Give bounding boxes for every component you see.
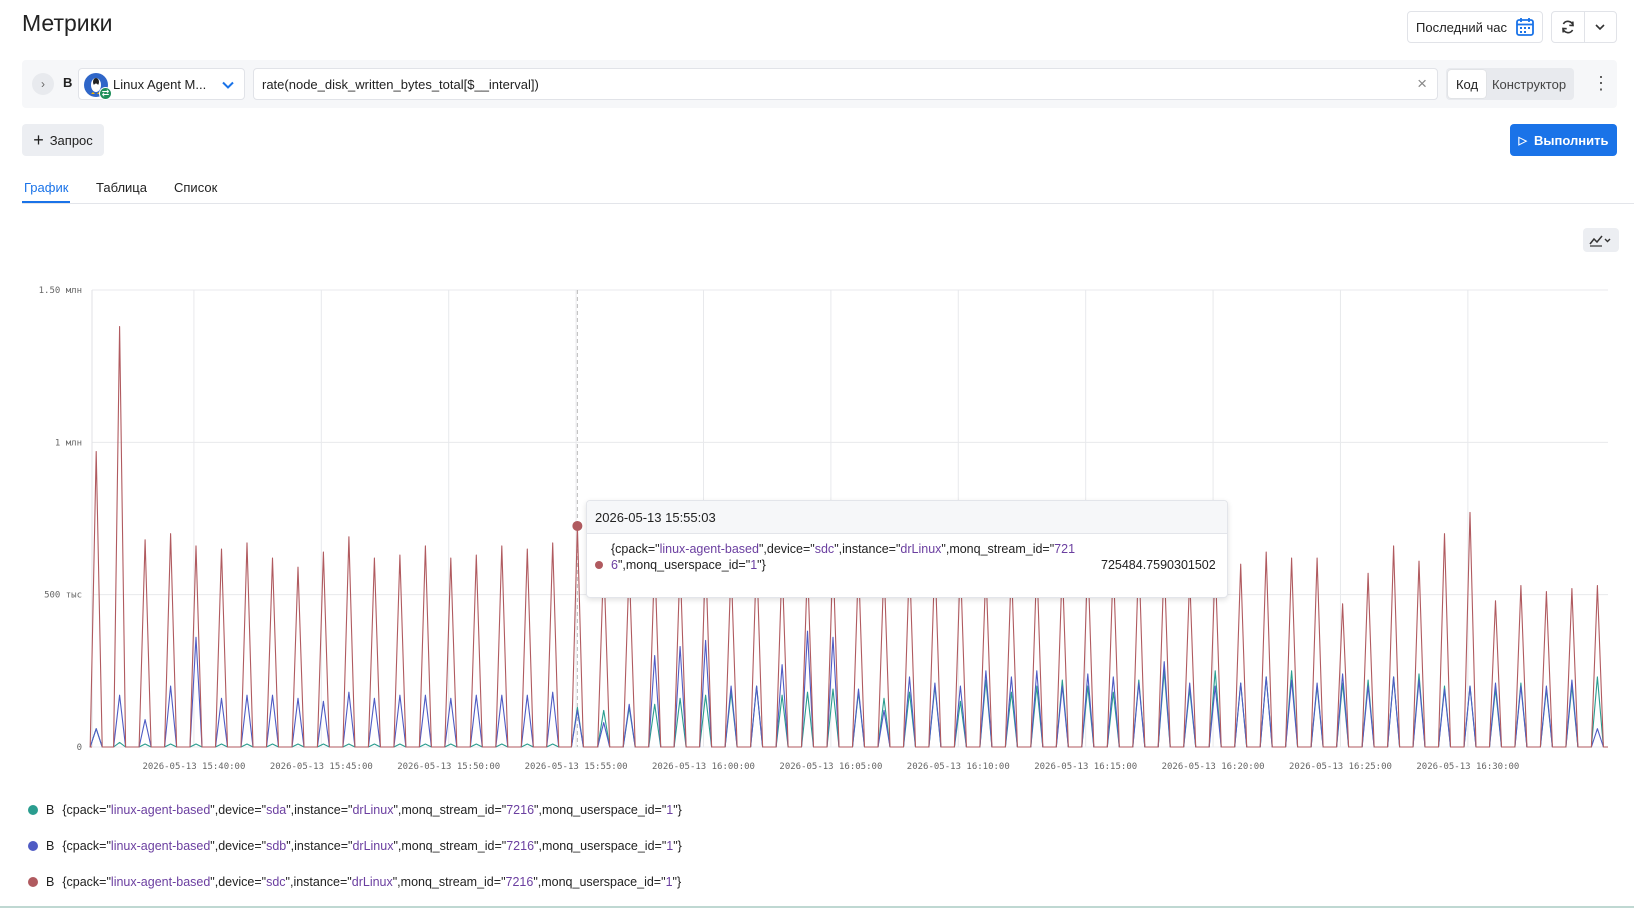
- x-tick-label: 2026-05-13 16:20:00: [1162, 762, 1265, 772]
- x-tick-label: 2026-05-13 16:05:00: [779, 762, 882, 772]
- legend-label: {cpack="linux-agent-based",device="sda",…: [62, 803, 682, 817]
- tooltip-value: 725484.7590301502: [1101, 558, 1216, 572]
- x-tick-label: 2026-05-13 16:30:00: [1416, 762, 1519, 772]
- series-color-dot: [28, 877, 38, 887]
- y-tick-label: 500 тыс: [44, 591, 82, 601]
- x-tick-label: 2026-05-13 15:45:00: [270, 762, 373, 772]
- hover-point: [572, 520, 583, 531]
- legend-item-sda[interactable]: B {cpack="linux-agent-based",device="sda…: [28, 803, 682, 817]
- legend-label: {cpack="linux-agent-based",device="sdb",…: [62, 839, 682, 853]
- x-tick-label: 2026-05-13 15:55:00: [525, 762, 628, 772]
- tooltip-time: 2026-05-13 15:55:03: [595, 510, 716, 525]
- x-tick-label: 2026-05-13 16:10:00: [907, 762, 1010, 772]
- x-tick-label: 2026-05-13 16:15:00: [1034, 762, 1137, 772]
- y-tick-label: 1.50 млн: [39, 286, 82, 296]
- legend-query: B: [46, 839, 55, 853]
- y-tick-label: 1 млн: [55, 438, 82, 448]
- series-color-dot: [595, 561, 603, 569]
- tooltip-header: 2026-05-13 15:55:03: [587, 501, 1227, 534]
- chart-tooltip: 2026-05-13 15:55:03 {cpack="linux-agent-…: [586, 500, 1228, 598]
- series-color-dot: [28, 805, 38, 815]
- legend-label: {cpack="linux-agent-based",device="sdc",…: [62, 875, 682, 889]
- y-tick-label: 0: [77, 743, 82, 753]
- legend-query: B: [46, 803, 55, 817]
- legend-item-sdb[interactable]: B {cpack="linux-agent-based",device="sdb…: [28, 839, 682, 853]
- x-tick-label: 2026-05-13 16:25:00: [1289, 762, 1392, 772]
- series-color-dot: [28, 841, 38, 851]
- tooltip-series-label: {cpack="linux-agent-based",device="sdc",…: [611, 542, 1076, 572]
- legend-item-sdc[interactable]: B {cpack="linux-agent-based",device="sdc…: [28, 875, 681, 889]
- x-tick-label: 2026-05-13 16:00:00: [652, 762, 755, 772]
- x-tick-label: 2026-05-13 15:50:00: [397, 762, 500, 772]
- legend-query: B: [46, 875, 55, 889]
- x-tick-label: 2026-05-13 15:40:00: [142, 762, 245, 772]
- line-chart: 1.50 млн 1 млн 500 тыс 0 2026-05-13 15:40:00…: [39, 286, 1608, 772]
